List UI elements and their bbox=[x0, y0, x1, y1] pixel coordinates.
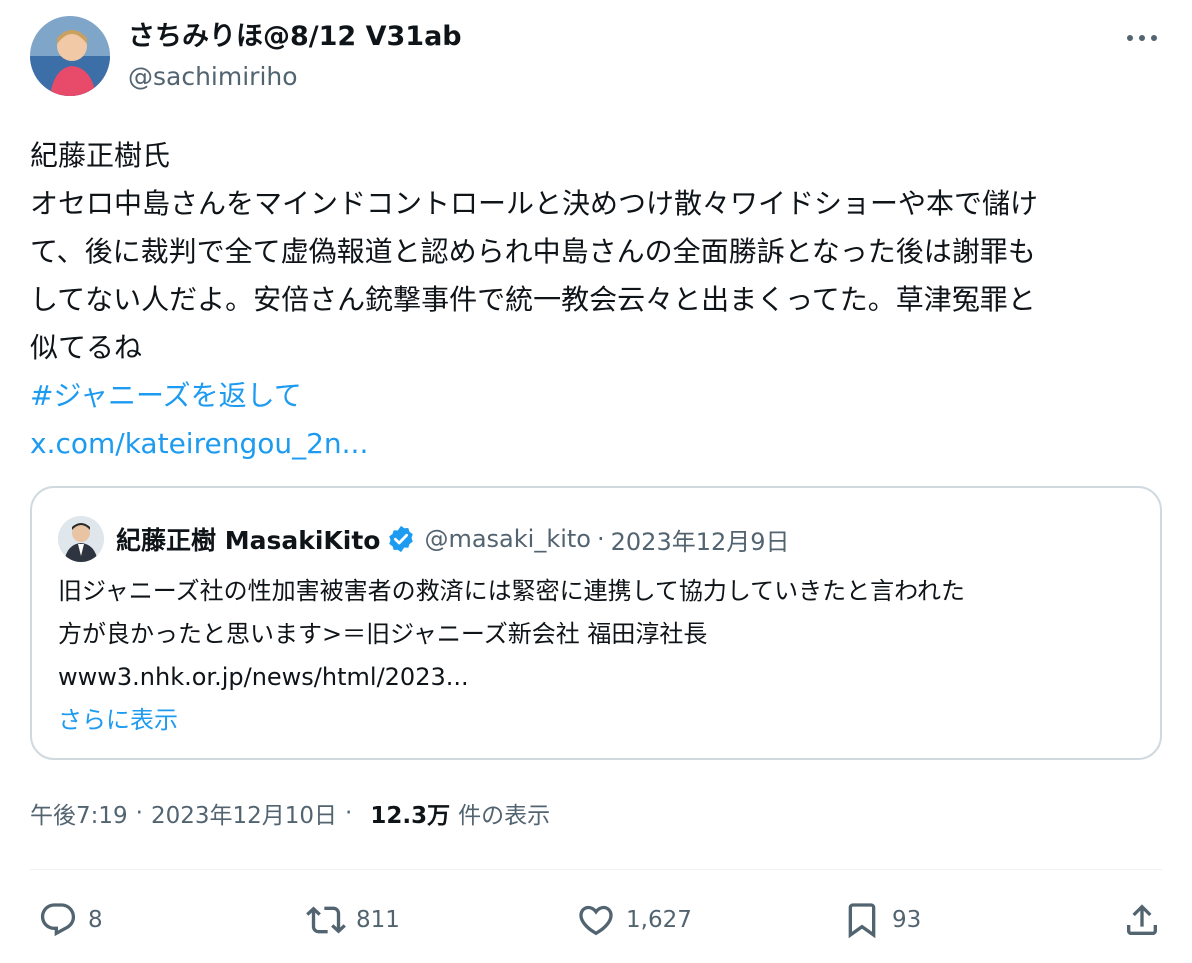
heart-icon bbox=[579, 905, 613, 936]
share-button[interactable] bbox=[1122, 894, 1162, 946]
more-horizontal-icon bbox=[1127, 35, 1157, 41]
quoted-tweet-card[interactable]: 紀藤正樹 MasakiKito @masaki_kito · 2023年12月9… bbox=[30, 486, 1162, 760]
tweet-text-line: 似てるね bbox=[30, 331, 143, 364]
action-bar: 8 811 1,627 93 bbox=[30, 894, 1162, 946]
quoted-author-name[interactable]: 紀藤正樹 MasakiKito bbox=[116, 521, 380, 557]
tweet-text-line: 紀藤正樹氏 bbox=[30, 139, 171, 172]
separator-dot: · bbox=[135, 800, 143, 826]
quoted-tweet-header: 紀藤正樹 MasakiKito @masaki_kito · 2023年12月9… bbox=[58, 516, 790, 562]
separator-dot: · bbox=[597, 525, 605, 553]
bookmark-count: 93 bbox=[892, 907, 922, 933]
divider bbox=[30, 869, 1162, 870]
user-avatar-icon bbox=[30, 16, 110, 96]
tweet-time[interactable]: 午後7:19 bbox=[30, 796, 128, 830]
quoted-text-line: www3.nhk.or.jp/news/html/2023... bbox=[58, 663, 469, 691]
separator-dot: · bbox=[345, 800, 353, 826]
quoted-tweet-text: 旧ジャニーズ社の性加害被害者の救済には緊密に連携して協力していきたと言われた 方… bbox=[58, 570, 1138, 742]
tweet-date[interactable]: 2023年12月10日 bbox=[151, 796, 337, 830]
quoted-text-line: 旧ジャニーズ社の性加害被害者の救済には緊密に連携して協力していきたと言われた bbox=[58, 577, 965, 605]
reply-icon bbox=[40, 903, 76, 937]
quoted-date[interactable]: 2023年12月9日 bbox=[611, 522, 790, 557]
tweet-meta: 午後7:19 · 2023年12月10日 · 12.3万 件の表示 bbox=[30, 796, 550, 830]
retweet-count: 811 bbox=[356, 907, 400, 933]
reply-count: 8 bbox=[88, 907, 103, 933]
like-button[interactable]: 1,627 bbox=[576, 894, 692, 946]
view-count[interactable]: 12.3万 bbox=[370, 796, 450, 830]
quoted-author-handle[interactable]: @masaki_kito bbox=[424, 525, 591, 553]
retweet-icon bbox=[306, 906, 346, 934]
user-avatar-icon bbox=[58, 516, 104, 562]
bookmark-icon bbox=[848, 903, 876, 939]
hashtag-link[interactable]: #ジャニーズを返して bbox=[30, 372, 1170, 420]
quoted-author-avatar[interactable] bbox=[58, 516, 104, 562]
share-icon bbox=[1127, 904, 1157, 935]
show-more-link[interactable]: さらに表示 bbox=[58, 699, 1138, 742]
like-count: 1,627 bbox=[626, 907, 692, 933]
author-handle[interactable]: @sachimiriho bbox=[128, 58, 462, 96]
view-count-label: 件の表示 bbox=[458, 803, 551, 829]
quoted-text-line: 方が良かったと思います>＝旧ジャニーズ新会社 福田淳社長 bbox=[58, 620, 708, 648]
reply-button[interactable]: 8 bbox=[38, 894, 103, 946]
retweet-button[interactable]: 811 bbox=[306, 894, 400, 946]
author-name[interactable]: さちみりほ@8/12 V31ab bbox=[128, 20, 462, 54]
tweet-text-line: て、後に裁判で全て虚偽報道と認められ中島さんの全面勝訴となった後は謝罪も bbox=[30, 235, 1036, 268]
verified-badge-icon bbox=[389, 525, 414, 553]
bookmark-button[interactable]: 93 bbox=[842, 894, 921, 946]
url-link[interactable]: x.com/kateirengou_2n... bbox=[30, 420, 1170, 468]
author-avatar[interactable] bbox=[30, 16, 110, 96]
tweet-header: さちみりほ@8/12 V31ab @sachimiriho bbox=[30, 14, 1162, 100]
more-options-button[interactable] bbox=[1124, 26, 1160, 50]
tweet-text: 紀藤正樹氏 オセロ中島さんをマインドコントロールと決めつけ散々ワイドショーや本で… bbox=[30, 132, 1170, 468]
tweet-text-line: してない人だよ。安倍さん銃撃事件で統一教会云々と出まくってた。草津冤罪と bbox=[30, 283, 1036, 316]
tweet-text-line: オセロ中島さんをマインドコントロールと決めつけ散々ワイドショーや本で儲け bbox=[30, 187, 1039, 220]
